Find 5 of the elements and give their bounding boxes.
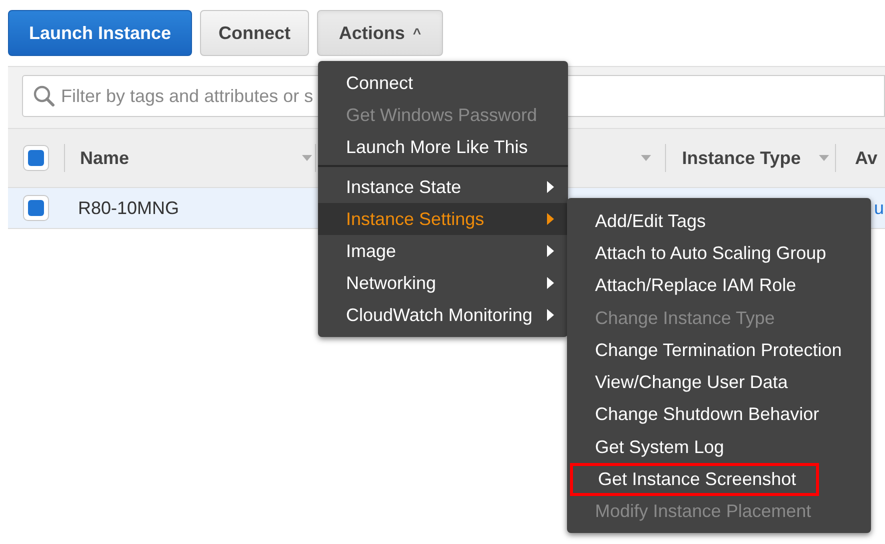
column-header: Instance Type <box>682 146 801 170</box>
column-header: Name <box>80 146 130 170</box>
table-cell-text: R80-10MNG <box>78 196 180 220</box>
column-header: Av <box>854 146 878 170</box>
table-cell-text: u <box>874 196 884 220</box>
